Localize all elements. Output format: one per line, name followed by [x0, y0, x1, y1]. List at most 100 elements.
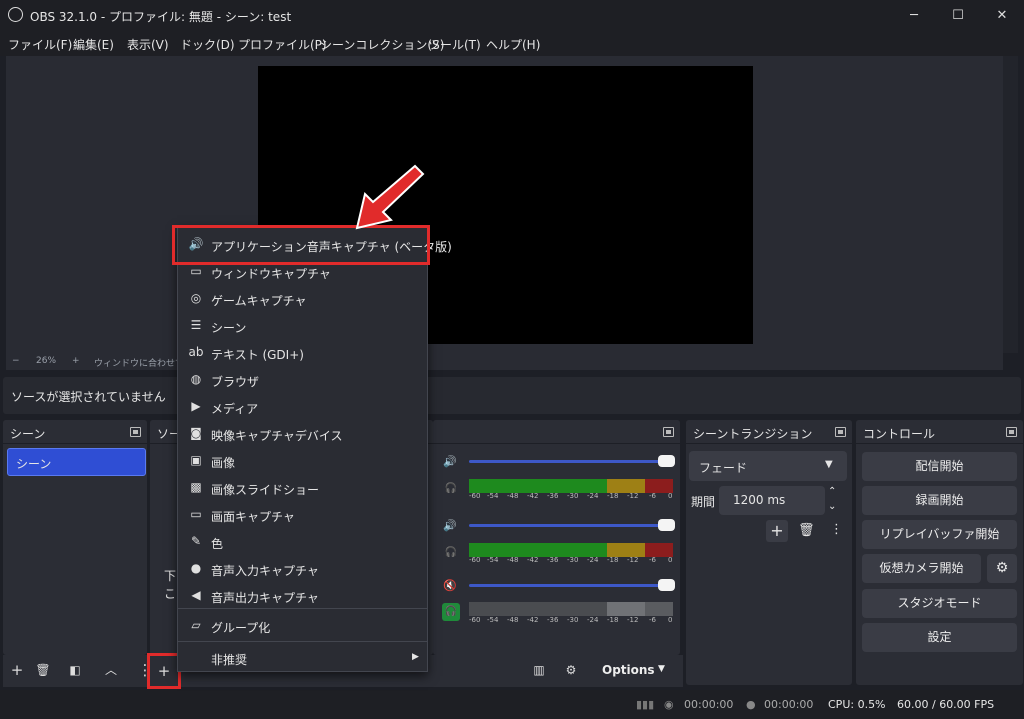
menu-item-10[interactable]: ▭ 画面キャプチャ: [178, 502, 427, 529]
stream-timer: 00:00:00: [684, 698, 734, 711]
menu-item-label: テキスト (GDI+): [211, 348, 304, 362]
title-bar: OBS 32.1.0 - プロファイル: 無題 - シーン: test ─ ☐ …: [0, 0, 1024, 30]
menu-item-group[interactable]: ▱ グループ化: [178, 613, 427, 640]
trash-icon[interactable]: 🗑: [798, 523, 815, 538]
speaker-icon: ◀: [191, 588, 201, 602]
zoom-in-button[interactable]: +: [72, 356, 80, 366]
volume-icon[interactable]: 🔊: [443, 519, 457, 532]
add-source-button[interactable]: +: [152, 659, 176, 683]
menu-file[interactable]: ファイル(F): [8, 36, 72, 53]
undock-icon[interactable]: [835, 427, 846, 437]
start-streaming-button[interactable]: 配信開始: [862, 452, 1017, 481]
menu-item-label: 画像スライドショー: [211, 483, 320, 497]
scene-list-item[interactable]: シーン: [7, 448, 146, 476]
advanced-audio-icon[interactable]: ⚙: [559, 658, 583, 682]
settings-button[interactable]: 設定: [862, 623, 1017, 652]
menu-scene-collection[interactable]: シーンコレクション(S): [320, 36, 444, 53]
menu-item-label: シーン: [211, 321, 247, 335]
play-icon: ▶: [191, 399, 201, 413]
chevron-up-icon[interactable]: ⌃: [828, 486, 836, 497]
menu-item-label: 色: [211, 537, 224, 551]
chevron-down-icon[interactable]: ⌄: [828, 501, 836, 512]
mic-icon: ●: [190, 561, 202, 575]
menu-item-3[interactable]: ☰ シーン: [178, 313, 427, 340]
transition-select[interactable]: フェード ▼: [689, 451, 847, 481]
layout-icon[interactable]: ▥: [527, 658, 551, 682]
filter-icon[interactable]: ◧: [63, 658, 87, 682]
volume-icon[interactable]: 🔊: [443, 455, 457, 468]
menu-item-13[interactable]: ◀ 音声出力キャプチャ: [178, 583, 427, 610]
menu-separator: [178, 608, 427, 609]
menu-help[interactable]: ヘルプ(H): [486, 36, 540, 53]
globe-icon: ◍: [190, 372, 202, 386]
duration-input[interactable]: 1200 ms: [719, 486, 825, 515]
menu-tools[interactable]: ツール(T): [428, 36, 481, 53]
minimize-button[interactable]: ─: [892, 0, 936, 30]
slider-handle[interactable]: [658, 519, 675, 531]
menu-item-6[interactable]: ▶ メディア: [178, 394, 427, 421]
stream-icon: ◉: [664, 698, 674, 711]
level-meter: [469, 602, 673, 616]
menu-item-label: ウィンドウキャプチャ: [211, 267, 331, 281]
undock-icon[interactable]: [1006, 427, 1017, 437]
mixer-channel: 🔊 🎧: [433, 515, 680, 575]
volume-slider[interactable]: [469, 579, 675, 591]
menu-item-deprecated[interactable]: 非推奨 ▶: [178, 645, 427, 672]
source-properties-bar: ソースが選択されていません: [3, 377, 1021, 414]
duration-label: 期間: [691, 495, 716, 509]
undock-icon[interactable]: [663, 427, 674, 437]
scene-transitions-dock: シーントランジション フェード ▼ 期間 1200 ms ⌃ ⌄ + 🗑 ⋮: [686, 420, 852, 685]
meter-scale: -60 -54 -48 -42 -36 -30 -24 -18 -12 -6 0: [469, 492, 673, 500]
zoom-bar: − 26% + ウィンドウに合わせて拡大: [6, 353, 1003, 370]
monitor-on-icon[interactable]: 🎧: [442, 603, 460, 621]
menu-item-2[interactable]: ◎ ゲームキャプチャ: [178, 286, 427, 313]
camera-icon: ◙: [190, 426, 202, 440]
monitor-off-icon[interactable]: 🎧: [444, 483, 458, 497]
menu-item-11[interactable]: ✎ 色: [178, 529, 427, 556]
menu-profile[interactable]: プロファイル(P): [238, 36, 327, 53]
text-icon: ab: [188, 345, 204, 359]
menu-docks[interactable]: ドック(D): [180, 36, 235, 53]
volume-slider[interactable]: [469, 519, 675, 531]
undock-icon[interactable]: [130, 427, 141, 437]
chevron-down-icon: ▼: [825, 459, 833, 470]
menu-item-4[interactable]: ab テキスト (GDI+): [178, 340, 427, 367]
menu-item-12[interactable]: ● 音声入力キャプチャ: [178, 556, 427, 583]
options-button[interactable]: Options ▼: [590, 657, 680, 685]
menu-item-7[interactable]: ◙ 映像キャプチャデバイス: [178, 421, 427, 448]
menu-item-5[interactable]: ◍ ブラウザ: [178, 367, 427, 394]
no-source-label: ソースが選択されていません: [11, 390, 166, 404]
level-meter: [469, 479, 673, 493]
add-scene-button[interactable]: +: [5, 658, 29, 682]
window-icon: ▭: [190, 264, 202, 278]
transitions-title: シーントランジション: [693, 427, 813, 441]
trash-icon[interactable]: 🗑: [31, 658, 55, 682]
add-source-button-highlight[interactable]: +: [147, 653, 181, 689]
menu-item-label: 音声入力キャプチャ: [211, 564, 319, 578]
more-icon[interactable]: ⋮: [830, 522, 843, 537]
add-transition-button[interactable]: +: [766, 520, 788, 542]
add-source-menu: 🔊 アプリケーション音声キャプチャ (ベータ版) ▭ ウィンドウキャプチャ ◎ ゲームキャ…: [177, 226, 452, 672]
start-recording-button[interactable]: 録画開始: [862, 486, 1017, 515]
menu-view[interactable]: 表示(V): [127, 36, 169, 53]
monitor-off-icon[interactable]: 🎧: [444, 547, 458, 561]
studio-mode-button[interactable]: スタジオモード: [862, 589, 1017, 618]
muted-icon[interactable]: 🔇: [443, 579, 457, 592]
slider-handle[interactable]: [658, 455, 675, 467]
maximize-button[interactable]: ☐: [936, 0, 980, 30]
menu-edit[interactable]: 編集(E): [73, 36, 114, 53]
start-virtual-camera-button[interactable]: 仮想カメラ開始: [862, 554, 981, 583]
chevron-up-icon[interactable]: ︿: [99, 658, 123, 682]
preview-scrollbar[interactable]: [1003, 56, 1018, 353]
menu-item-8[interactable]: ▣ 画像: [178, 448, 427, 475]
mixer-channel: 🔇 🎧: [433, 578, 680, 638]
start-replay-buffer-button[interactable]: リプレイバッファ開始: [862, 520, 1017, 549]
slider-handle[interactable]: [658, 579, 675, 591]
fps-display: 60.00 / 60.00 FPS: [897, 698, 995, 711]
menu-item-9[interactable]: ▩ 画像スライドショー: [178, 475, 427, 502]
zoom-out-button[interactable]: −: [12, 356, 20, 366]
gear-icon[interactable]: ⚙: [987, 554, 1017, 583]
volume-slider[interactable]: [469, 455, 675, 467]
close-button[interactable]: ✕: [980, 0, 1024, 30]
menu-item-label: 音声出力キャプチャ: [211, 591, 319, 605]
